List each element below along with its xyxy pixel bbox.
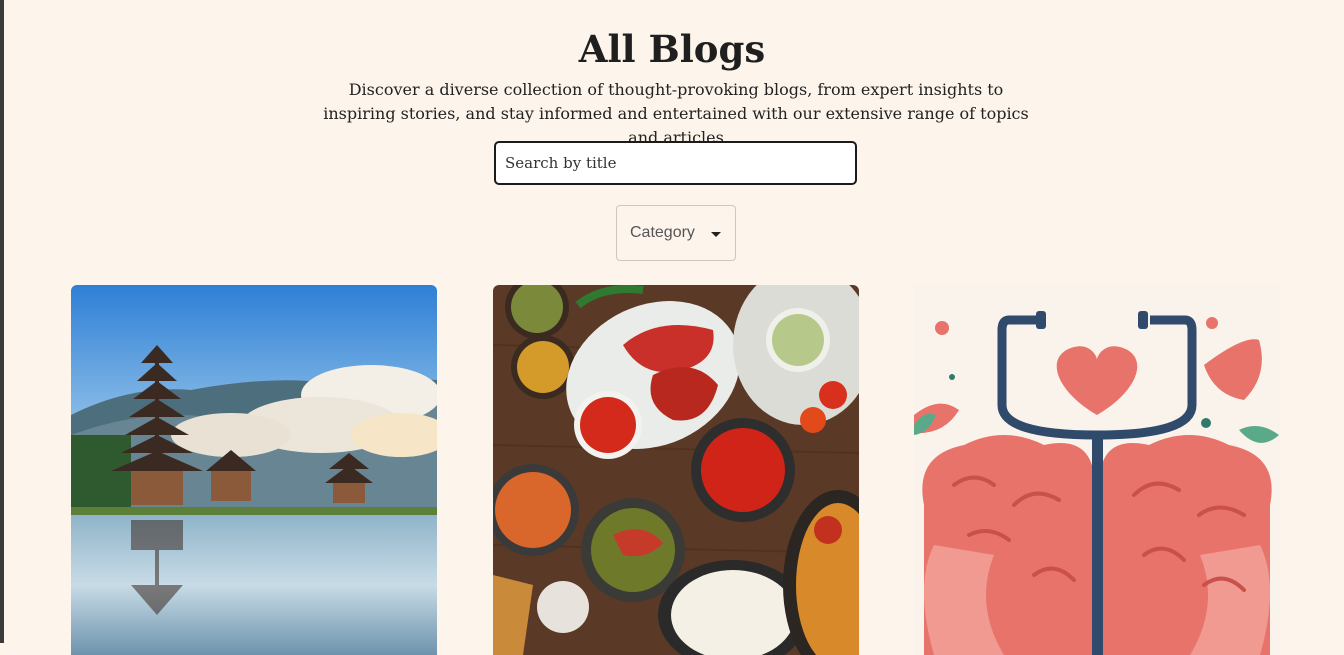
- indian-food-dishes-image: [493, 285, 859, 655]
- blog-card-food[interactable]: [493, 285, 859, 655]
- search-input[interactable]: [494, 141, 857, 185]
- blog-card-travel[interactable]: [71, 285, 437, 655]
- brain-stethoscope-illustration: [914, 285, 1280, 655]
- page-subtitle: Discover a diverse collection of thought…: [323, 80, 1029, 147]
- caret-down-icon: [711, 232, 721, 237]
- bali-temple-lake-image: [71, 285, 437, 655]
- window-left-edge: [0, 0, 4, 643]
- category-dropdown-label: Category: [630, 224, 695, 241]
- blog-card-health[interactable]: [914, 285, 1280, 655]
- page-title: All Blogs: [578, 27, 766, 71]
- category-dropdown[interactable]: Category: [616, 205, 736, 261]
